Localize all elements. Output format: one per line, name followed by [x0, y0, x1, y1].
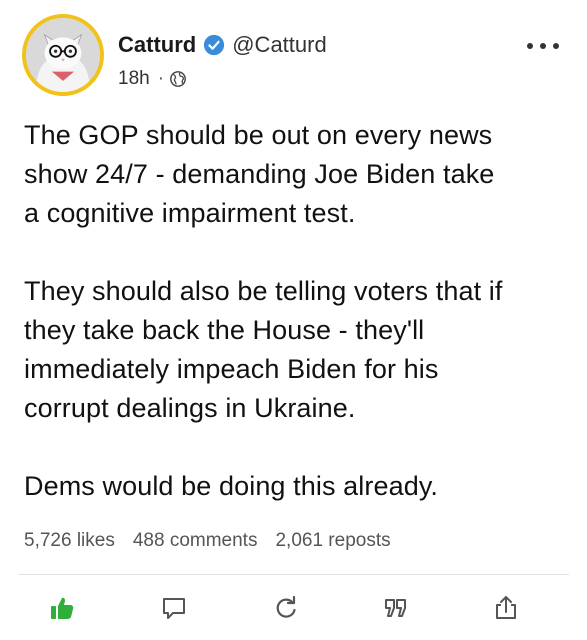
post-meta: 18h ·: [118, 66, 187, 92]
post-paragraph-2: They should also be telling voters that …: [24, 276, 503, 423]
globe-icon: [169, 70, 187, 88]
post-stats: 5,726 likes 488 comments 2,061 reposts: [24, 528, 391, 554]
action-bar: [0, 582, 587, 634]
cat-avatar-image: [26, 18, 100, 92]
comment-button[interactable]: [156, 590, 192, 626]
post-paragraph-3: Dems would be doing this already.: [24, 471, 439, 501]
author-handle[interactable]: @Catturd: [232, 32, 326, 58]
divider: [18, 574, 569, 575]
thumbs-up-icon: [51, 597, 74, 619]
post-card: Catturd @Catturd 18h · The GOP should be…: [0, 0, 587, 640]
like-button[interactable]: [44, 590, 80, 626]
reposts-count[interactable]: 2,061 reposts: [275, 530, 390, 552]
comment-icon: [163, 598, 185, 619]
author-row: Catturd @Catturd: [118, 30, 327, 60]
repost-icon: [276, 595, 296, 618]
meta-separator: ·: [157, 68, 165, 89]
post-paragraph-1: The GOP should be out on every news show…: [24, 120, 495, 228]
more-options-icon[interactable]: [527, 36, 559, 56]
quote-icon: [385, 599, 406, 617]
likes-count[interactable]: 5,726 likes: [24, 530, 115, 552]
post-body: The GOP should be out on every news show…: [24, 116, 569, 506]
post-time[interactable]: 18h: [118, 68, 150, 90]
verified-badge-icon: [203, 34, 225, 56]
share-button[interactable]: [488, 590, 524, 626]
author-display-name[interactable]: Catturd: [118, 32, 196, 58]
comments-count[interactable]: 488 comments: [133, 530, 258, 552]
share-icon: [496, 596, 516, 619]
avatar[interactable]: [22, 14, 104, 96]
repost-button[interactable]: [268, 590, 304, 626]
quote-button[interactable]: [378, 590, 414, 626]
